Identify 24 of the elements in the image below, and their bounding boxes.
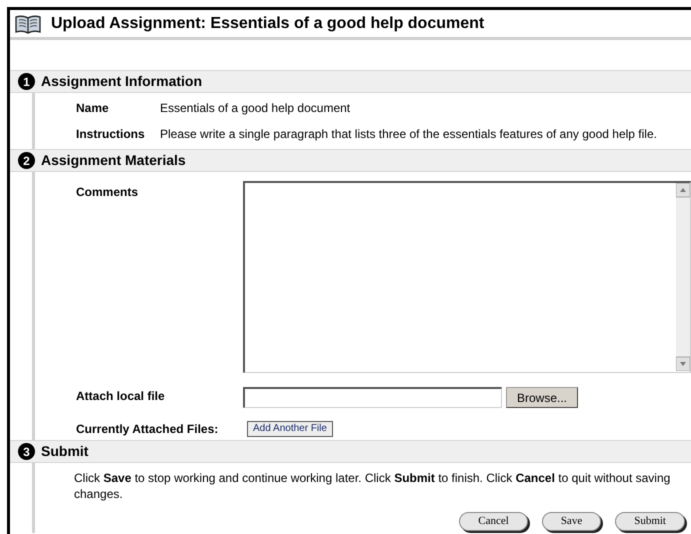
field-value: Essentials of a good help document	[160, 100, 350, 117]
field-label: Name	[76, 100, 110, 117]
scrollbar-drawing[interactable]	[676, 183, 690, 371]
field-label: Attach local file	[76, 388, 166, 405]
field-label: Instructions	[76, 126, 146, 143]
section-title: Assignment Information	[41, 72, 202, 91]
field-value: Please write a single paragraph that lists three of the essentials features of any good help file.	[160, 126, 657, 143]
section-title: Assignment Materials	[41, 151, 186, 170]
field-label: Comments	[76, 184, 140, 201]
action-button[interactable]: Submit	[615, 512, 685, 531]
step-number: 2	[18, 152, 35, 169]
comments-textarea[interactable]	[243, 181, 691, 373]
section-title: Submit	[41, 442, 88, 461]
browse-button[interactable]: Browse...	[506, 387, 578, 408]
book-icon	[15, 14, 41, 34]
step-number: 3	[18, 443, 35, 460]
file-path-field[interactable]	[243, 387, 502, 408]
action-button[interactable]: Cancel	[459, 512, 528, 531]
add-file-button[interactable]: Add Another File	[247, 421, 333, 437]
field-label: Currently Attached Files:	[76, 421, 220, 438]
step-number: 1	[18, 73, 35, 90]
action-button[interactable]: Save	[542, 512, 602, 531]
page-title: Upload Assignment: Essentials of a good help document	[51, 14, 484, 34]
instruction-text: Click Save to stop working and continue working later. Click Submit to finish. Click Cancel to quit without saving changes.	[74, 470, 672, 502]
